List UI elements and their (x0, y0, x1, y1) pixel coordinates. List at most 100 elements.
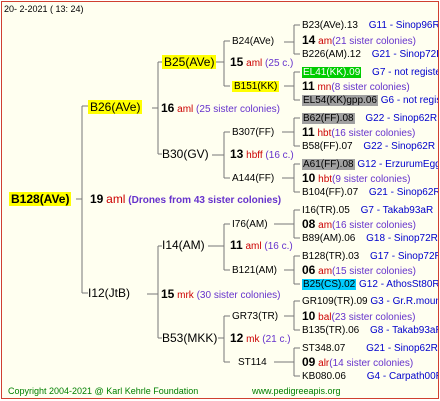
gen3-b121-num: 06 (302, 263, 316, 277)
gen3-b307-type: hbt (317, 128, 332, 139)
root-type: aml (106, 192, 126, 206)
gen4-row[interactable]: B226(AM).12 G21 - Sinop72R (302, 48, 439, 61)
gen3-i76-colonies: (16 sister colonies) (332, 220, 416, 231)
gen3-b151[interactable]: B151(KK) (232, 80, 280, 93)
gen3-b307[interactable]: B307(FF) (232, 126, 274, 139)
gen3-st114-type: alr (318, 358, 330, 369)
gen4-id: B135(TR).06 (302, 325, 360, 336)
gen2-i14-info: 11 aml (16 c.) (230, 239, 293, 253)
gen2-i14-colonies: (16 c.) (264, 241, 293, 252)
gen2-b25-colonies: (25 c.) (265, 58, 294, 69)
gen4-code: G21 - Sinop62R (366, 343, 438, 354)
gen4-row[interactable]: B23(AVe).13 G11 - Sinop96R (302, 19, 439, 32)
gen2-b25-num: 15 (230, 55, 244, 69)
gen4-row[interactable]: EL41(KK).09 G7 - not registe (302, 66, 438, 79)
gen1-dam[interactable]: I12(JtB) (88, 287, 130, 300)
gen2-b30-info: 13 hbff (16 c.) (230, 148, 294, 162)
gen2-b53-info: 12 mk (21 c.) (230, 332, 291, 346)
gen4-id: B58(FF).07 (302, 141, 353, 152)
gen2-b30[interactable]: B30(GV) (162, 148, 209, 161)
gen4-row[interactable]: B104(FF).07 G21 - Sinop62R (302, 186, 438, 199)
connector-i14 (208, 223, 230, 271)
gen3-a144[interactable]: A144(FF) (232, 172, 274, 185)
gen4-row[interactable]: B89(AM).06 G18 - Sinop72R (302, 232, 438, 245)
gen3-b121-info: 06 am(15 sister colonies) (302, 264, 416, 278)
footer-url[interactable]: www.pedigreeapis.org (252, 385, 341, 398)
gen4-id: B23(AVe).13 (302, 20, 358, 31)
gen4-row[interactable]: B25(CS).02 G12 - AthosSt80R (302, 278, 439, 291)
gen3-b151-num: 11 (302, 79, 315, 93)
gen2-i14-type: aml (245, 241, 262, 252)
gen4-id: B89(AM).06 (302, 233, 356, 244)
gen4-row[interactable]: A61(FF).08 G12 - ErzurumEgg8 (302, 158, 438, 171)
connector-root (76, 105, 88, 294)
gen1-sire[interactable]: B26(AVe) (88, 100, 143, 114)
connector-b24 (284, 24, 300, 55)
gen4-code: G18 - Sinop72R (366, 233, 438, 244)
gen4-id: B62(FF).08 (302, 113, 355, 124)
gen4-code: G6 - not registe (380, 95, 438, 106)
gen3-b24-type: am (318, 36, 333, 47)
gen4-row[interactable]: B62(FF).08 G22 - Sinop62R (302, 112, 437, 125)
gen4-row[interactable]: GR109(TR).09 G3 - Gr.R.mounta (302, 295, 438, 308)
gen4-row[interactable]: KB080.06 G4 - Carpath00R (302, 370, 438, 383)
gen2-b30-type: hbff (246, 150, 263, 161)
gen4-code: G12 - AthosSt80R (359, 279, 439, 290)
gen1-dam-colonies: (30 sister colonies) (196, 290, 281, 301)
gen2-b53[interactable]: B53(MKK) (162, 332, 217, 345)
gen3-st114-num: 09 (302, 355, 316, 369)
gen3-st114[interactable]: ST114 (238, 356, 267, 369)
gen1-sire-type: aml (177, 104, 194, 115)
gen4-code: G11 - Sinop96R (368, 20, 439, 31)
gen3-i76-type: am (318, 220, 333, 231)
gen4-id: KB080.06 (302, 371, 346, 382)
gen3-b24-colonies: (21 sister colonies) (332, 36, 416, 47)
gen3-gr73-type: bal (318, 312, 332, 323)
gen4-code: G7 - Takab93aR (360, 205, 434, 216)
gen1-dam-type: mrk (177, 290, 194, 301)
gen4-row[interactable]: B128(TR).03 G17 - Sinop72R (302, 250, 439, 263)
gen2-b25[interactable]: B25(AVe) (162, 55, 217, 69)
gen3-b24[interactable]: B24(AVe) (232, 35, 274, 48)
gen2-i14[interactable]: I14(AM) (162, 239, 205, 252)
gen3-gr73-num: 10 (302, 309, 316, 323)
gen3-gr73-colonies: (23 sister colonies) (331, 312, 416, 323)
gen3-b151-colonies: (8 sister colonies) (331, 82, 410, 93)
gen2-b25-info: 15 aml (25 c.) (230, 56, 293, 70)
gen3-b121-colonies: (15 sister colonies) (332, 266, 416, 277)
root-id: B128(AVe) (9, 192, 72, 206)
gen1-sire-info: 16 aml (25 sister colonies) (161, 102, 280, 116)
gen3-b121[interactable]: B121(AM) (232, 264, 277, 277)
gen4-code: G21 - Sinop72R (371, 49, 439, 60)
connector-b121 (284, 255, 300, 285)
gen4-row[interactable]: B135(TR).06 G8 - Takab93aR (302, 324, 439, 337)
root-queen[interactable]: B128(AVe) (9, 192, 72, 206)
gen4-id: EL41(KK).09 (302, 67, 362, 78)
gen4-row[interactable]: ST348.07 G21 - Sinop62R (302, 342, 438, 355)
root-num: 19 (90, 192, 104, 206)
gen4-code: G17 - Sinop72R (370, 251, 439, 262)
gen3-a144-num: 10 (302, 171, 316, 185)
connector-i12 (147, 245, 162, 339)
root-info: 19 aml (Drones from 43 sister colonies) (90, 193, 281, 207)
gen4-id: B226(AM).12 (302, 49, 361, 60)
gen3-a144-info: 10 hbt(9 sister colonies) (302, 172, 410, 186)
gen4-code: G22 - Sinop62R (363, 141, 436, 152)
connector-gr73 (284, 300, 300, 331)
gen2-b53-num: 12 (230, 331, 244, 345)
pedigree-frame: 20- 2-2021 ( 13: 24) B128(AVe) 19 aml (D… (1, 1, 439, 399)
gen3-gr73[interactable]: GR73(TR) (232, 310, 278, 323)
gen1-sire-id: B26(AVe) (88, 100, 143, 114)
gen4-row[interactable]: EL54(KK)gpp.06 G6 - not registe (302, 94, 438, 107)
gen3-b307-colonies: (16 sister colonies) (331, 128, 416, 139)
gen4-id: B128(TR).03 (302, 251, 360, 262)
gen3-i76[interactable]: I76(AM) (232, 218, 268, 231)
gen1-dam-info: 15 mrk (30 sister colonies) (161, 288, 281, 302)
gen4-row[interactable]: B58(FF).07 G22 - Sinop62R (302, 140, 435, 153)
connector-b25 (216, 40, 230, 87)
gen3-b151-info: 11 mn(8 sister colonies) (302, 80, 410, 94)
gen4-code: G8 - Takab93aR (370, 325, 439, 336)
gen4-row[interactable]: I16(TR).05 G7 - Takab93aR (302, 204, 433, 217)
gen1-sire-colonies: (25 sister colonies) (196, 104, 280, 115)
gen3-b151-type: mn (317, 82, 332, 93)
